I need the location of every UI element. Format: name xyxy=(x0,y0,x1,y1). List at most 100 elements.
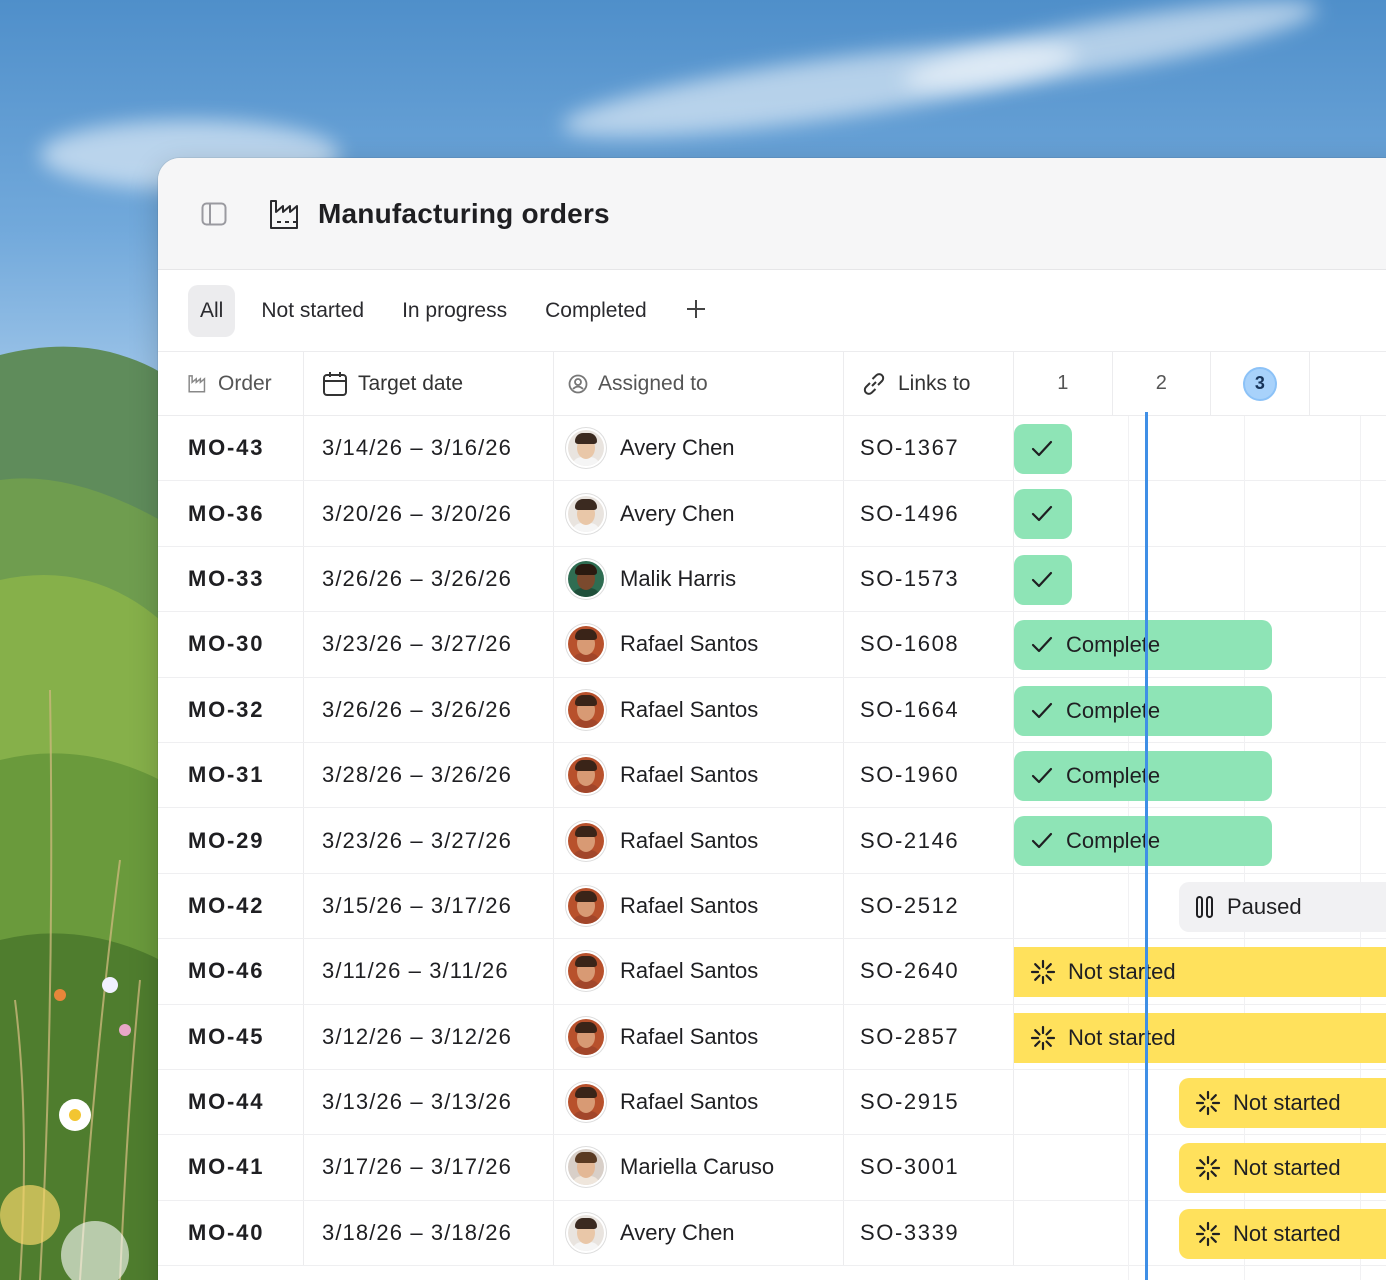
assignee-cell[interactable]: Rafael Santos xyxy=(554,808,844,873)
timeline-day[interactable]: 1 xyxy=(1014,352,1113,415)
status-bar-not-started[interactable]: Not started xyxy=(1179,1143,1386,1194)
column-header-target-date[interactable]: Target date xyxy=(304,352,554,415)
table-row[interactable]: MO-32 3/26/26 – 3/26/26 Rafael Santos SO… xyxy=(158,677,1386,743)
sidebar-toggle-button[interactable] xyxy=(200,200,228,228)
order-cell[interactable]: MO-41 xyxy=(158,1135,304,1200)
column-label: Links to xyxy=(898,371,971,395)
table-row[interactable]: MO-42 3/15/26 – 3/17/26 Rafael Santos SO… xyxy=(158,873,1386,940)
assignee-cell[interactable]: Avery Chen xyxy=(554,1200,844,1266)
status-bar-complete[interactable] xyxy=(1014,554,1072,605)
assignee-cell[interactable]: Rafael Santos xyxy=(554,873,844,939)
target-date-cell[interactable]: 3/26/26 – 3/26/26 xyxy=(304,546,554,612)
assignee-cell[interactable]: Avery Chen xyxy=(554,481,844,546)
table-row[interactable]: MO-45 3/12/26 – 3/12/26 Rafael Santos SO… xyxy=(158,1004,1386,1070)
tab-completed[interactable]: Completed xyxy=(533,285,659,337)
link-cell[interactable]: SO-1960 xyxy=(844,742,1014,808)
status-bar-complete[interactable]: Complete xyxy=(1014,685,1272,736)
timeline-day[interactable] xyxy=(1310,352,1386,415)
status-bar-complete[interactable] xyxy=(1014,424,1072,474)
assignee-cell[interactable]: Rafael Santos xyxy=(554,742,844,808)
table-row[interactable]: MO-31 3/28/26 – 3/26/26 Rafael Santos SO… xyxy=(158,742,1386,809)
order-cell[interactable]: MO-33 xyxy=(158,546,304,612)
column-header-assigned-to[interactable]: Assigned to xyxy=(554,352,844,415)
assignee-cell[interactable]: Rafael Santos xyxy=(554,939,844,1004)
status-bar-not-started[interactable]: Not started xyxy=(1014,1012,1386,1063)
assignee-cell[interactable]: Rafael Santos xyxy=(554,1069,844,1135)
target-date-cell[interactable]: 3/28/26 – 3/26/26 xyxy=(304,742,554,808)
linked-order: SO-1367 xyxy=(860,435,960,461)
linked-order: SO-1960 xyxy=(860,762,960,788)
status-bar-complete[interactable]: Complete xyxy=(1014,816,1272,867)
assignee-cell[interactable]: Mariella Caruso xyxy=(554,1135,844,1200)
status-bar-complete[interactable]: Complete xyxy=(1014,620,1272,671)
timeline-cell: Not started xyxy=(1014,1135,1386,1199)
link-cell[interactable]: SO-1367 xyxy=(844,416,1014,481)
assignee-cell[interactable]: Rafael Santos xyxy=(554,612,844,677)
target-date-cell[interactable]: 3/12/26 – 3/12/26 xyxy=(304,1004,554,1069)
order-cell[interactable]: MO-29 xyxy=(158,808,304,873)
tab-not-started[interactable]: Not started xyxy=(249,285,376,337)
assignee-name: Rafael Santos xyxy=(620,827,759,853)
target-date-cell[interactable]: 3/14/26 – 3/16/26 xyxy=(304,416,554,481)
order-cell[interactable]: MO-31 xyxy=(158,742,304,808)
link-cell[interactable]: SO-1496 xyxy=(844,481,1014,546)
link-cell[interactable]: SO-2640 xyxy=(844,939,1014,1004)
status-bar-complete[interactable] xyxy=(1014,489,1072,540)
status-bar-not-started[interactable]: Not started xyxy=(1014,947,1386,998)
link-cell[interactable]: SO-1573 xyxy=(844,546,1014,612)
table-row[interactable]: MO-44 3/13/26 – 3/13/26 Rafael Santos SO… xyxy=(158,1069,1386,1136)
order-cell[interactable]: MO-36 xyxy=(158,481,304,546)
order-cell[interactable]: MO-46 xyxy=(158,939,304,1004)
orders-table: Order Target date Assigned to Links to 1… xyxy=(158,352,1386,1267)
link-cell[interactable]: SO-2146 xyxy=(844,808,1014,873)
target-date-cell[interactable]: 3/13/26 – 3/13/26 xyxy=(304,1069,554,1135)
column-header-links-to[interactable]: Links to xyxy=(844,352,1014,415)
order-cell[interactable]: MO-42 xyxy=(158,873,304,939)
status-bar-not-started[interactable]: Not started xyxy=(1179,1077,1386,1128)
table-row[interactable]: MO-46 3/11/26 – 3/11/26 Rafael Santos SO… xyxy=(158,939,1386,1005)
table-row[interactable]: MO-33 3/26/26 – 3/26/26 Malik Harris SO-… xyxy=(158,546,1386,613)
assignee-cell[interactable]: Avery Chen xyxy=(554,416,844,481)
order-cell[interactable]: MO-44 xyxy=(158,1069,304,1135)
column-header-order[interactable]: Order xyxy=(158,352,304,415)
link-cell[interactable]: SO-1608 xyxy=(844,612,1014,677)
table-row[interactable]: MO-41 3/17/26 – 3/17/26 Mariella Caruso … xyxy=(158,1135,1386,1201)
add-tab-button[interactable] xyxy=(673,290,719,332)
timeline-day[interactable]: 2 xyxy=(1113,352,1212,415)
tab-all[interactable]: All xyxy=(188,284,236,337)
target-date-cell[interactable]: 3/15/26 – 3/17/26 xyxy=(304,873,554,939)
link-cell[interactable]: SO-2512 xyxy=(844,873,1014,939)
status-bar-not-started[interactable]: Not started xyxy=(1179,1208,1386,1259)
link-cell[interactable]: SO-3001 xyxy=(844,1135,1014,1200)
table-row[interactable]: MO-43 3/14/26 – 3/16/26 Avery Chen SO-13… xyxy=(158,416,1386,482)
target-date-cell[interactable]: 3/20/26 – 3/20/26 xyxy=(304,481,554,546)
order-cell[interactable]: MO-30 xyxy=(158,612,304,677)
order-cell[interactable]: MO-43 xyxy=(158,416,304,481)
order-id: MO-32 xyxy=(188,696,265,722)
assignee-cell[interactable]: Malik Harris xyxy=(554,546,844,612)
target-date-cell[interactable]: 3/23/26 – 3/27/26 xyxy=(304,612,554,677)
link-cell[interactable]: SO-3339 xyxy=(844,1200,1014,1266)
order-cell[interactable]: MO-32 xyxy=(158,677,304,742)
target-date-cell[interactable]: 3/23/26 – 3/27/26 xyxy=(304,808,554,873)
table-row[interactable]: MO-29 3/23/26 – 3/27/26 Rafael Santos SO… xyxy=(158,808,1386,874)
target-date-cell[interactable]: 3/11/26 – 3/11/26 xyxy=(304,939,554,1004)
table-row[interactable]: MO-40 3/18/26 – 3/18/26 Avery Chen SO-33… xyxy=(158,1200,1386,1267)
assignee-cell[interactable]: Rafael Santos xyxy=(554,1004,844,1069)
tab-in-progress[interactable]: In progress xyxy=(390,285,519,337)
target-date-cell[interactable]: 3/17/26 – 3/17/26 xyxy=(304,1135,554,1200)
timeline-day-today[interactable]: 3 xyxy=(1211,352,1310,415)
status-bar-complete[interactable]: Complete xyxy=(1014,750,1272,801)
table-row[interactable]: MO-36 3/20/26 – 3/20/26 Avery Chen SO-14… xyxy=(158,481,1386,547)
assignee-cell[interactable]: Rafael Santos xyxy=(554,677,844,742)
target-date-cell[interactable]: 3/18/26 – 3/18/26 xyxy=(304,1200,554,1266)
table-row[interactable]: MO-30 3/23/26 – 3/27/26 Rafael Santos SO… xyxy=(158,612,1386,678)
order-cell[interactable]: MO-40 xyxy=(158,1200,304,1266)
target-date-cell[interactable]: 3/26/26 – 3/26/26 xyxy=(304,677,554,742)
status-bar-paused[interactable]: Paused xyxy=(1179,881,1386,932)
link-cell[interactable]: SO-2857 xyxy=(844,1004,1014,1069)
status-label: Not started xyxy=(1233,1089,1341,1115)
link-cell[interactable]: SO-2915 xyxy=(844,1069,1014,1135)
order-cell[interactable]: MO-45 xyxy=(158,1004,304,1069)
link-cell[interactable]: SO-1664 xyxy=(844,677,1014,742)
